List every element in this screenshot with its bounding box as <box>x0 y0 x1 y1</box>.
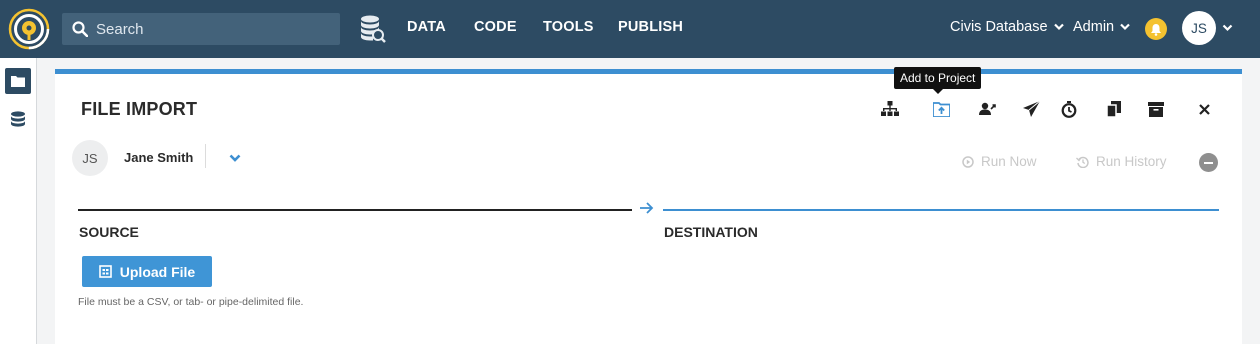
run-now-button[interactable]: Run Now <box>962 154 1037 169</box>
close-icon[interactable] <box>1193 98 1215 120</box>
send-icon[interactable] <box>1020 98 1042 120</box>
play-circle-icon <box>962 155 974 168</box>
destination-heading: DESTINATION <box>664 224 758 240</box>
chevron-down-icon[interactable] <box>229 154 241 163</box>
arrow-right-icon <box>640 202 654 214</box>
upload-file-label: Upload File <box>119 263 196 280</box>
run-history-button[interactable]: Run History <box>1076 154 1167 169</box>
page-title: FILE IMPORT <box>81 99 198 119</box>
chevron-down-icon <box>1053 23 1064 31</box>
user-avatar[interactable]: JS <box>1182 11 1216 45</box>
org-chart-icon[interactable] <box>879 98 901 120</box>
destination-divider <box>663 209 1219 211</box>
minus-circle-icon[interactable] <box>1199 153 1218 172</box>
chevron-down-icon <box>1120 23 1130 31</box>
run-history-label: Run History <box>1096 154 1167 169</box>
nav-publish[interactable]: PUBLISH <box>618 19 683 35</box>
owner-avatar: JS <box>72 140 108 176</box>
nav-data[interactable]: DATA <box>407 19 446 35</box>
nav-tools[interactable]: TOOLS <box>543 19 594 35</box>
share-user-icon[interactable] <box>977 98 999 120</box>
folder-icon[interactable] <box>5 68 31 94</box>
database-icon[interactable] <box>10 111 26 129</box>
notification-bell-icon[interactable] <box>1145 18 1167 40</box>
history-icon <box>1076 156 1089 168</box>
run-now-label: Run Now <box>981 154 1037 169</box>
search-box[interactable] <box>62 13 340 45</box>
divider <box>205 144 206 168</box>
database-search-icon[interactable] <box>360 15 386 43</box>
admin-menu[interactable]: Admin <box>1073 19 1130 35</box>
add-to-project-icon[interactable] <box>930 98 952 120</box>
owner-name: Jane Smith <box>124 150 194 165</box>
schedule-icon[interactable] <box>1058 98 1080 120</box>
file-import-panel: FILE IMPORT Add to Project JS Jane Smith… <box>55 67 1242 344</box>
archive-icon[interactable] <box>1145 98 1167 120</box>
search-input[interactable] <box>96 20 316 38</box>
database-selector[interactable]: Civis Database <box>950 19 1064 35</box>
nav-code[interactable]: CODE <box>474 19 517 35</box>
clone-icon[interactable] <box>1103 98 1125 120</box>
side-rail <box>0 58 37 344</box>
source-divider <box>78 209 632 211</box>
search-icon <box>72 21 88 37</box>
file-icon <box>98 265 112 278</box>
admin-menu-label: Admin <box>1073 19 1115 35</box>
database-selector-label: Civis Database <box>950 19 1048 35</box>
upload-file-button[interactable]: Upload File <box>82 256 212 287</box>
chevron-down-icon[interactable] <box>1222 24 1233 32</box>
source-heading: SOURCE <box>79 224 139 240</box>
top-navigation-bar: DATA CODE TOOLS PUBLISH Civis Database A… <box>0 0 1260 58</box>
civis-logo-icon[interactable] <box>8 8 50 50</box>
upload-hint: File must be a CSV, or tab- or pipe-deli… <box>78 296 304 308</box>
add-to-project-tooltip: Add to Project <box>894 67 982 94</box>
